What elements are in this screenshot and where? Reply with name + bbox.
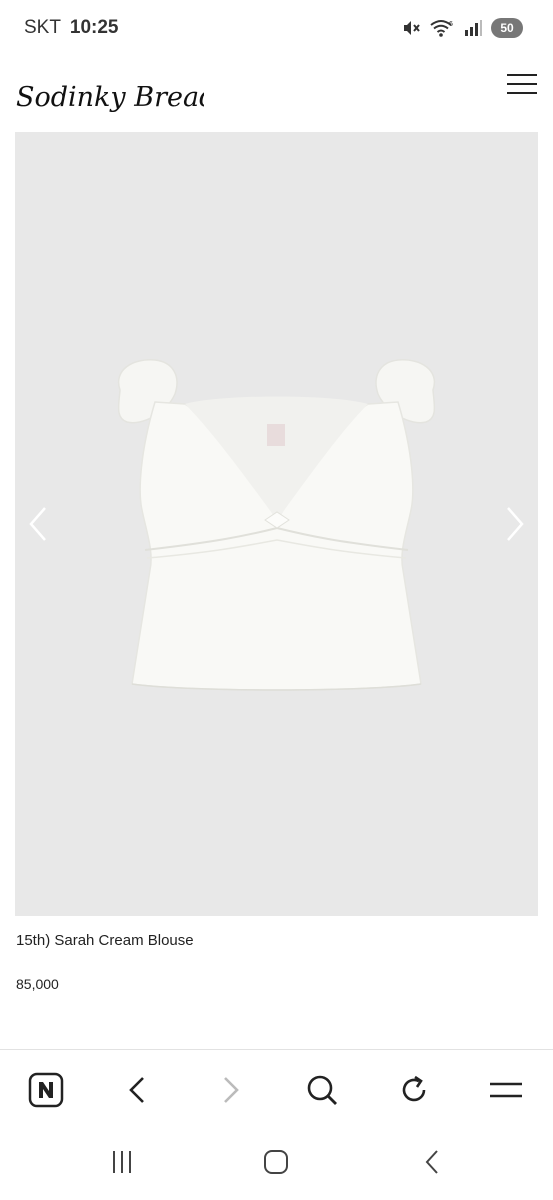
product-name: 15th) Sarah Cream Blouse [16,932,194,949]
mute-icon [404,21,420,35]
system-back-button[interactable] [412,1144,452,1180]
wifi-icon: 6 [430,20,453,37]
product-image-carousel[interactable] [15,132,538,916]
browser-search-button[interactable] [302,1070,342,1110]
home-button[interactable] [256,1144,296,1180]
naver-home-button[interactable] [26,1070,66,1110]
home-icon [264,1150,288,1174]
product-price: 85,000 [16,976,59,992]
status-left: SKT 10:25 [24,17,119,39]
browser-back-button[interactable] [118,1070,158,1110]
browser-menu-button[interactable] [486,1070,526,1110]
search-icon [307,1075,337,1105]
forward-arrow-icon [224,1077,239,1103]
signal-icon [465,20,482,36]
system-back-icon [425,1150,438,1174]
clock: 10:25 [69,17,119,38]
naver-n-icon [28,1072,64,1108]
browser-forward-button[interactable] [210,1070,250,1110]
carrier-label: SKT [24,17,61,38]
status-bar: SKT 10:25 6 50 [0,0,553,56]
browser-refresh-button[interactable] [394,1070,434,1110]
menu-icon [490,1082,522,1098]
system-nav-bar [0,1130,553,1200]
battery-icon: 50 [491,18,523,38]
back-arrow-icon [129,1077,144,1103]
brand-logo[interactable]: Sodinky Bread [14,66,204,120]
recent-apps-button[interactable] [102,1144,142,1180]
brand-logo-text: Sodinky Bread [16,82,204,113]
carousel-next-arrow-icon[interactable] [498,504,528,544]
refresh-icon [402,1075,426,1102]
svg-text:6: 6 [449,21,453,28]
site-header: Sodinky Bread [0,60,553,128]
blouse-image [117,359,436,691]
carousel-prev-arrow-icon[interactable] [25,504,55,544]
recent-apps-icon [113,1151,131,1173]
browser-toolbar [0,1049,553,1130]
status-icons: 6 50 [401,16,523,40]
hamburger-menu-button[interactable] [507,72,539,96]
